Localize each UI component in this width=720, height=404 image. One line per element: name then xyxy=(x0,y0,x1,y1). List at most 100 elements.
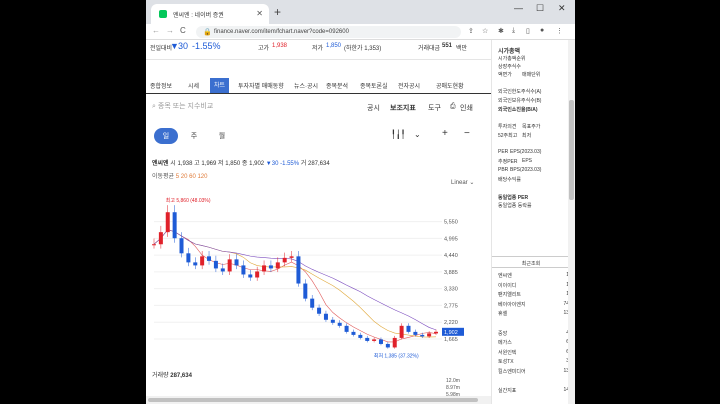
est-eps-label: EPS xyxy=(522,158,533,164)
plus-icon[interactable]: + xyxy=(442,128,448,139)
candlestick-icon[interactable]: ╿╽╿ xyxy=(391,130,405,139)
high-label: 고 xyxy=(194,161,200,167)
tab-0[interactable]: 종합정보 xyxy=(150,81,172,90)
candle-body xyxy=(282,257,287,263)
recent-item-name[interactable]: 메가스 xyxy=(498,339,512,346)
candle-body xyxy=(385,343,390,348)
y-tick-label: 2,220 xyxy=(444,320,458,326)
tab-3[interactable]: 투자자별 매매동향 xyxy=(238,81,284,90)
candle-body xyxy=(289,256,294,258)
scroll-thumb[interactable] xyxy=(569,100,574,200)
opinion-label: 투자의견 xyxy=(498,124,517,130)
ohlc-info: 엔씨엔 시 1,938 고 1,969 저 1,850 종 1,902 ▼30 … xyxy=(152,158,330,167)
close-window-button[interactable]: ✕ xyxy=(558,3,566,14)
candle-body xyxy=(427,333,432,337)
recent-item-name[interactable]: 엔씨엔 xyxy=(498,272,512,279)
candle-body xyxy=(365,337,370,341)
candle-body xyxy=(255,271,260,278)
back-button[interactable]: ← xyxy=(152,26,160,35)
dividend-label: 배당수익률 xyxy=(498,177,522,183)
candle-body xyxy=(392,337,397,348)
minimize-button[interactable]: — xyxy=(514,3,523,13)
volume-section-label: 거래량 287,634 xyxy=(152,370,192,379)
star-icon[interactable]: ☆ xyxy=(482,27,488,35)
forward-button[interactable]: → xyxy=(166,26,174,35)
url-text: finance.naver.com/item/fchart.naver?code… xyxy=(214,29,349,35)
candle-body xyxy=(317,307,322,314)
disclosure-button[interactable]: 공시 xyxy=(367,103,380,113)
amount-label: 거래대금 xyxy=(418,46,441,52)
period-week-button[interactable]: 주 xyxy=(182,128,206,144)
new-tab-button[interactable]: + xyxy=(274,5,281,19)
candle-body xyxy=(172,212,177,239)
low-label: 저가 xyxy=(312,46,324,52)
candle-body xyxy=(200,256,205,266)
scale-label: Linear xyxy=(451,180,468,186)
browser-tab[interactable]: 엔씨엔 : 네이버 증권 ✕ xyxy=(151,4,269,24)
same-rate-label: 동일업종 등락률 xyxy=(498,203,532,209)
share-icon[interactable]: ⇪ xyxy=(468,27,474,35)
scale-dropdown[interactable]: Linear ⌄ xyxy=(451,179,474,186)
y-tick-label: 4,440 xyxy=(444,253,458,259)
recent-item-name[interactable]: 팬지엘리트 xyxy=(498,291,521,298)
tab-2[interactable]: 차트 xyxy=(210,78,230,93)
menu-icon[interactable]: ⋮ xyxy=(556,27,563,35)
close-tab-icon[interactable]: ✕ xyxy=(256,9,263,18)
low-value: 1,850 xyxy=(326,43,342,49)
sidepanel-icon[interactable]: ▯ xyxy=(526,27,530,35)
download-icon[interactable]: ⤓ xyxy=(512,27,515,35)
recent-item-name[interactable]: 토성TX xyxy=(498,358,514,365)
y-tick-label: 5,550 xyxy=(444,220,458,226)
pbr-label: PBR xyxy=(498,167,509,173)
scroll-thumb[interactable] xyxy=(148,398,478,402)
volume-value: 287,634 xyxy=(307,161,330,167)
candle-body xyxy=(268,265,273,269)
print-button[interactable]: 인쇄 xyxy=(460,103,473,113)
period-month-button[interactable]: 월 xyxy=(210,128,234,144)
tab-4[interactable]: 뉴스·공시 xyxy=(294,81,318,90)
stock-summary: 전일대비 ▼ 30 -1.55% 고가 1,938 저가 1,850 (하한가 … xyxy=(146,40,491,60)
candle-body xyxy=(275,262,280,269)
extensions-icon[interactable]: ✱ xyxy=(498,27,504,35)
recent-item-name[interactable]: 휴셀 xyxy=(498,310,507,317)
tool-button[interactable]: 도구 xyxy=(428,103,441,113)
tab-8[interactable]: 공매도현황 xyxy=(436,81,464,90)
ma-line-0 xyxy=(153,229,437,343)
high-label: 고가 xyxy=(258,46,270,52)
reload-button[interactable]: C xyxy=(180,26,186,35)
print-icon[interactable]: ⎙ xyxy=(450,103,456,111)
candle-body xyxy=(241,265,246,275)
minus-icon[interactable]: − xyxy=(464,128,470,139)
est-per-label: 추정PER xyxy=(498,159,518,165)
recent-item-name[interactable]: 서원인텍 xyxy=(498,349,516,356)
indicator-button[interactable]: 보조지표 xyxy=(390,103,416,113)
maximize-button[interactable]: ☐ xyxy=(536,3,544,14)
recent-item-name[interactable]: 중앙 xyxy=(498,330,507,337)
price-chart[interactable]: 5,550 4,995 4,440 3,885 3,330 2,775 2,220 1,665… xyxy=(146,190,491,360)
tab-7[interactable]: 전자공시 xyxy=(398,81,420,90)
url-field[interactable]: 🔒 finance.naver.com/item/fchart.naver?co… xyxy=(196,26,461,38)
max-label: 최고 5,860 (48.03%) xyxy=(166,197,211,204)
compare-search[interactable]: ⌕ 종목 또는 지수비교 xyxy=(152,101,213,111)
tab-5[interactable]: 종목분석 xyxy=(326,81,348,90)
tab-1[interactable]: 시세 xyxy=(188,81,199,90)
profile-avatar-icon[interactable]: ● xyxy=(540,27,544,34)
period-day-button[interactable]: 일 xyxy=(154,128,178,144)
recent-item-name[interactable]: 킬스엔미디어 xyxy=(498,368,526,375)
horizontal-scrollbar[interactable] xyxy=(146,396,491,404)
recent-item-name[interactable]: 베이아이엔지 xyxy=(498,301,526,308)
recent-item-name[interactable]: 실간지표 xyxy=(498,387,516,394)
target-label: 목표주가 xyxy=(522,124,541,130)
chevron-down-icon[interactable]: ⌄ xyxy=(414,130,421,139)
vertical-scrollbar[interactable] xyxy=(568,40,575,404)
recent-header[interactable]: 최근조회 xyxy=(492,256,570,268)
eps-label: EPS(2023.03) xyxy=(510,149,542,155)
high52-label: 52주최고 xyxy=(498,133,518,139)
recent-item-name[interactable]: 이이이디 xyxy=(498,282,516,289)
candle-body xyxy=(406,325,411,332)
tab-6[interactable]: 종목토론실 xyxy=(360,81,388,90)
address-bar-row: ← → C 🔒 finance.naver.com/item/fchart.na… xyxy=(146,24,575,40)
y-tick-label: 3,885 xyxy=(444,270,458,276)
candle-body xyxy=(351,331,356,335)
ma-values: 5 20 60 120 xyxy=(175,174,208,180)
